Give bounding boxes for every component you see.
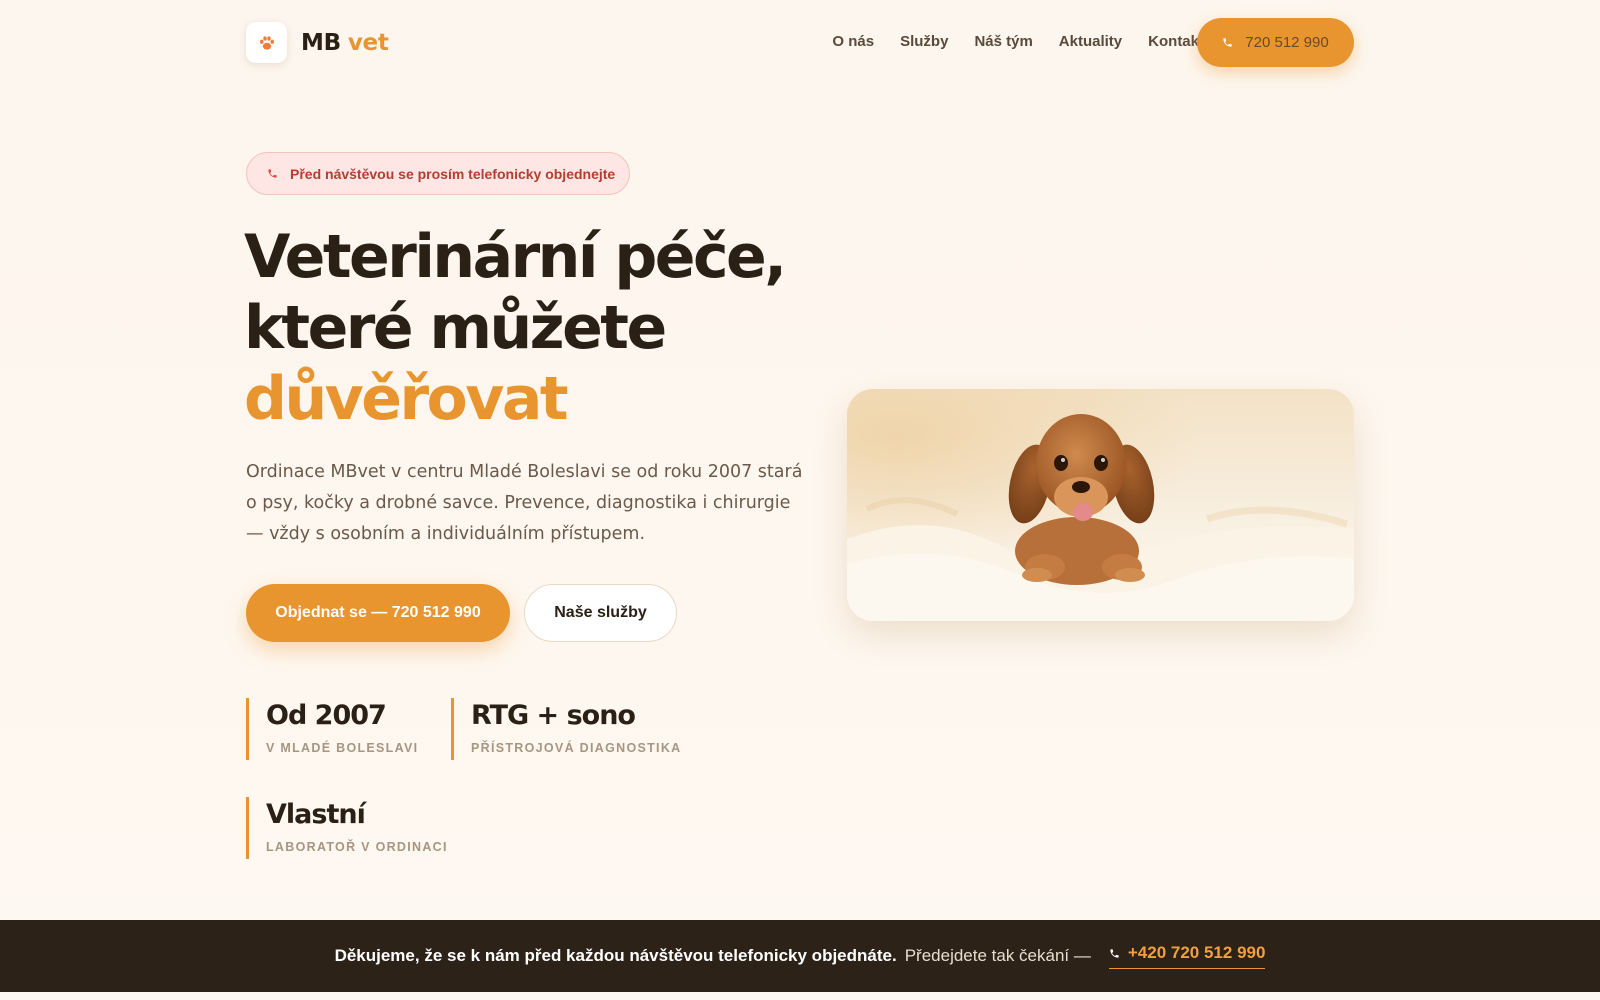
- logo-text: MB vet: [301, 30, 389, 56]
- book-appointment-button[interactable]: Objednat se — 720 512 990: [246, 584, 510, 642]
- hero-title-line1: Veterinární péče,: [244, 222, 787, 292]
- logo-mb: MB: [301, 29, 341, 56]
- phone-icon: [1223, 38, 1232, 47]
- nav-aktuality[interactable]: Aktuality: [1059, 33, 1122, 50]
- phone-icon: [268, 169, 277, 178]
- hero-title-line2: které můžete: [244, 293, 667, 363]
- stat-value: Vlastní: [266, 799, 366, 830]
- notice-text: Před návštěvou se prosím telefonicky obj…: [290, 165, 616, 182]
- bottom-bar-text: Předejdete tak čekání —: [904, 946, 1091, 965]
- hero-title-accent: důvěřovat: [244, 364, 569, 434]
- stat-label: PŘÍSTROJOVÁ DIAGNOSTIKA: [471, 741, 682, 755]
- header-phone-label: 720 512 990: [1245, 34, 1329, 51]
- call-ahead-notice: Před návštěvou se prosím telefonicky obj…: [246, 152, 630, 195]
- stat-laboratory: Vlastní LABORATOŘ V ORDINACI: [246, 797, 448, 859]
- nav-nas-tym[interactable]: Náš tým: [974, 33, 1032, 50]
- nav-o-nas[interactable]: O nás: [832, 33, 874, 50]
- nav-sluzby[interactable]: Služby: [900, 33, 948, 50]
- nav-kontakt[interactable]: Kontakt: [1148, 33, 1204, 50]
- paw-icon: [259, 35, 274, 50]
- puppy-photo: [847, 389, 1354, 621]
- hero-title: Veterinární péče, které můžete důvěřovat: [244, 222, 804, 435]
- stat-label: V MLADÉ BOLESLAVI: [266, 741, 419, 755]
- puppy-illustration: [847, 389, 1354, 621]
- stat-diagnostics: RTG + sono PŘÍSTROJOVÁ DIAGNOSTIKA: [451, 698, 681, 760]
- bottom-bar-strong-text: Děkujeme, že se k nám před každou návště…: [334, 946, 897, 965]
- phone-icon: [1110, 948, 1119, 958]
- bottom-bar-phone-link[interactable]: +420 720 512 990: [1108, 943, 1266, 969]
- stat-value: RTG + sono: [471, 700, 636, 731]
- stat-label: LABORATOŘ V ORDINACI: [266, 840, 448, 854]
- logo-badge: [246, 22, 287, 63]
- our-services-button[interactable]: Naše služby: [524, 584, 677, 642]
- hero-description: Ordinace MBvet v centru Mladé Boleslavi …: [246, 462, 803, 544]
- main-nav: O nás Služby Náš tým Aktuality Kontakt: [832, 33, 1204, 50]
- header-phone-button[interactable]: 720 512 990: [1197, 18, 1354, 67]
- booking-reminder-bar: Děkujeme, že se k nám před každou návště…: [0, 920, 1600, 992]
- logo[interactable]: MB vet: [246, 22, 389, 63]
- site-header: MB vet O nás Služby Náš tým Aktuality Kon…: [0, 0, 1600, 86]
- stat-value: Od 2007: [266, 700, 387, 731]
- bottom-bar-phone: +420 720 512 990: [1127, 943, 1266, 962]
- logo-vet: vet: [347, 29, 389, 56]
- stat-since: Od 2007 V MLADÉ BOLESLAVI: [246, 698, 418, 760]
